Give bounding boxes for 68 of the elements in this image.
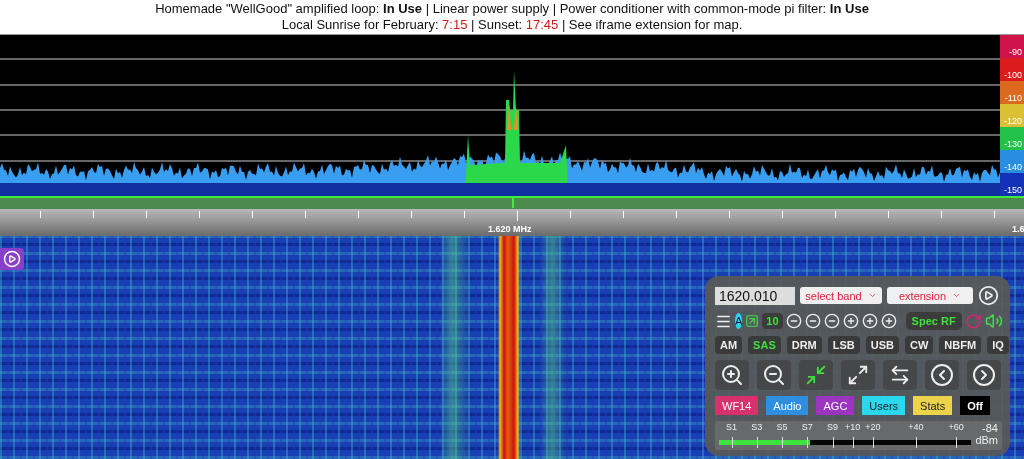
header-text: Homemade "WellGood" amplified loop: In Use | Linear power supply | Power conditioner with common-mode pi filter: In Use [155,1,869,17]
zoom-in-icon[interactable] [880,313,897,329]
db-scale-label: -130 [1000,127,1024,150]
panel-tab[interactable]: Stats [913,396,953,415]
compress-button[interactable] [799,360,833,390]
mode-button[interactable]: AM [715,336,743,354]
mode-button[interactable]: SAS [748,336,781,354]
db-scale-label: -90 [1000,35,1024,58]
frequency-input[interactable]: 1620.010 [715,286,795,305]
meter-unit: dBm [975,434,998,446]
zoom-out-icon[interactable] [785,313,802,329]
play-icon[interactable] [978,285,999,306]
meter-label: +10 [845,422,861,432]
compress-arrows-icon [805,364,827,386]
panel-tab[interactable]: AGC [816,396,855,415]
chevron-down-icon [952,291,962,300]
panel-tab[interactable]: WF14 [715,396,759,415]
meter-label: S7 [801,422,813,432]
chevron-left-icon [930,363,954,387]
chevron-right-icon [972,363,996,387]
panel-tab[interactable]: Off [960,396,991,415]
expand-arrows-icon [847,364,869,386]
play-icon [3,250,21,268]
spec-rf-button[interactable]: Spec RF [905,312,962,330]
swap-arrows-icon [889,364,911,386]
frequency-label: 1.6 [1012,224,1024,234]
swap-button[interactable] [883,360,917,390]
expand-button[interactable] [841,360,875,390]
zoom-out-button[interactable] [757,360,791,390]
zoom-in-icon[interactable] [861,313,878,329]
db-scale-label: -100 [1000,58,1024,81]
zoom-out-icon [762,363,786,387]
meter-reading: -84 [982,422,998,434]
zoom-level: 10 [762,313,783,329]
external-link-icon[interactable] [745,314,760,328]
header-text: Local Sunrise for February: 7:15 | Sunset: 17:45 | See iframe extension for map. [281,17,743,33]
meter-label: S9 [827,422,839,432]
db-scale-label: -110 [1000,81,1024,104]
frequency-label: 1.620 MHz [488,224,532,234]
previous-button[interactable] [925,360,959,390]
panel-tab[interactable]: Users [862,396,906,415]
meter-label: S1 [726,422,738,432]
extension-select[interactable]: extension [887,287,973,304]
mode-button[interactable]: NBFM [939,336,982,354]
chevron-down-icon [867,291,877,300]
zoom-out-icon[interactable] [823,313,840,329]
zoom-in-icon[interactable] [842,313,859,329]
mode-button[interactable]: CW [905,336,934,354]
meter-label: S3 [751,422,763,432]
meter-label: +20 [865,422,881,432]
play-button[interactable] [0,248,24,270]
mode-button[interactable]: DRM [786,336,822,354]
zoom-in-icon [720,363,744,387]
zoom-out-icon[interactable] [804,313,821,329]
zoom-in-button[interactable] [715,360,749,390]
band-select[interactable]: select band [800,287,882,304]
db-scale-label: -120 [1000,104,1024,127]
next-button[interactable] [967,360,1001,390]
speaker-icon[interactable] [984,312,1003,330]
db-scale-label: -150 [1000,173,1024,196]
meter-label: +40 [908,422,924,432]
user-badge[interactable]: A [735,313,743,329]
meter-label: S5 [776,422,788,432]
meter-label: +60 [948,422,964,432]
mode-button[interactable]: USB [865,336,900,354]
mode-button[interactable]: IQ [987,336,1009,354]
db-scale-label: -140 [1000,150,1024,173]
mode-button[interactable]: LSB [827,336,860,354]
